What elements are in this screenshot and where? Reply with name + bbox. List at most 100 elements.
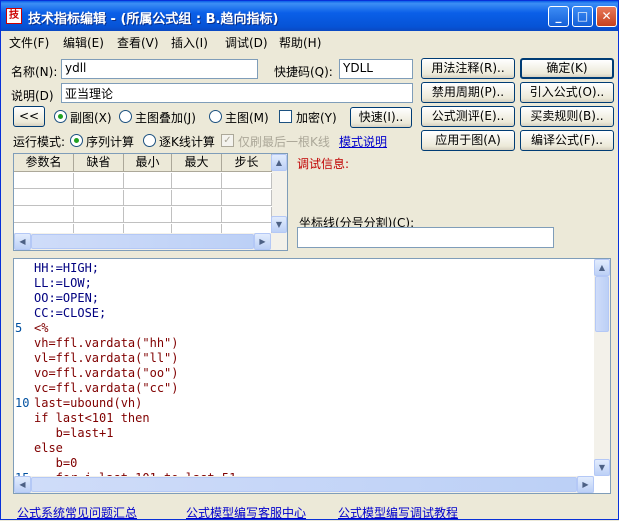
parameter-table-header: 参数名 缺省 最小 最大 步长 [14, 154, 272, 172]
code-text: vc=ffl.vardata("cc") [34, 381, 179, 395]
table-cell[interactable] [74, 207, 124, 223]
parameter-table[interactable]: 参数名 缺省 最小 最大 步长 ▲ ▼ ◀ ▶ [13, 153, 288, 251]
scroll-right-icon[interactable]: ▶ [577, 476, 594, 493]
encrypt-checkbox[interactable] [279, 110, 292, 123]
table-row[interactable] [14, 190, 272, 206]
chart-overlay-radio[interactable] [119, 110, 132, 123]
menu-edit[interactable]: 编辑(E) [63, 34, 104, 51]
table-scroll-thumb[interactable] [31, 234, 254, 249]
collapse-button[interactable]: << [13, 106, 45, 127]
column-header[interactable]: 最大 [172, 154, 222, 172]
column-header[interactable]: 最小 [124, 154, 172, 172]
table-cell[interactable] [14, 207, 74, 223]
encrypt-label: 加密(Y) [296, 111, 337, 125]
menu-insert[interactable]: 插入(I) [171, 34, 208, 51]
minimize-button[interactable]: _ [548, 6, 569, 27]
editor-hscroll-thumb[interactable] [31, 477, 577, 492]
footer-link-faq[interactable]: 公式系统常见问题汇总 [17, 504, 137, 521]
code-text: vh=ffl.vardata("hh") [34, 336, 179, 350]
code-line: vl=ffl.vardata("ll") [14, 351, 594, 366]
code-line: vo=ffl.vardata("oo") [14, 366, 594, 381]
table-horizontal-scrollbar[interactable]: ◀ ▶ [14, 233, 287, 250]
debug-info-label: 调试信息: [297, 157, 350, 171]
scroll-right-icon[interactable]: ▶ [254, 233, 271, 250]
scroll-left-icon[interactable]: ◀ [14, 233, 31, 250]
menu-bar: 文件(F) 编辑(E) 查看(V) 插入(I) 调试(D) 帮助(H) [1, 32, 618, 52]
code-text: <% [34, 321, 49, 335]
code-editor[interactable]: HH:=HIGH; LL:=LOW; OO:=OPEN; CC:=CLOSE; … [13, 258, 611, 494]
description-input[interactable]: 亚当理论 [61, 83, 413, 103]
code-line: b=last+1 [14, 426, 594, 441]
name-input[interactable]: ydll [61, 59, 258, 79]
window-title: 技术指标编辑 - (所属公式组 : B.趋向指标) [28, 12, 279, 27]
code-line: vh=ffl.vardata("hh") [14, 336, 594, 351]
code-text: last=ubound(vh) [34, 396, 143, 410]
table-cell[interactable] [74, 173, 124, 189]
app-icon: 技 [6, 8, 22, 24]
disable-period-button[interactable]: 禁用周期(P).. [421, 82, 515, 103]
table-row[interactable] [14, 173, 272, 189]
name-label: 名称(N): [11, 65, 58, 79]
chart-overlay-label: 主图叠加(J) [135, 111, 196, 125]
table-cell[interactable] [124, 173, 172, 189]
close-button[interactable]: ✕ [596, 6, 617, 27]
scroll-up-icon[interactable]: ▲ [271, 154, 287, 171]
footer-link-support[interactable]: 公式模型编写客服中心 [186, 504, 306, 521]
syntax-notes-button[interactable]: 用法注释(R).. [421, 58, 515, 79]
code-text: HH:=HIGH; [34, 261, 100, 275]
scroll-left-icon[interactable]: ◀ [14, 476, 31, 493]
import-formula-button[interactable]: 引入公式(O).. [520, 82, 614, 103]
table-cell[interactable] [74, 190, 124, 206]
scroll-down-icon[interactable]: ▼ [271, 216, 287, 233]
editor-scroll-thumb[interactable] [595, 276, 609, 332]
menu-help[interactable]: 帮助(H) [279, 34, 321, 51]
code-text: vo=ffl.vardata("oo") [34, 366, 179, 380]
table-cell[interactable] [222, 173, 272, 189]
shortcut-input[interactable]: YDLL [339, 59, 413, 79]
apply-to-chart-button[interactable]: 应用于图(A) [421, 130, 515, 151]
table-cell[interactable] [222, 190, 272, 206]
code-line: b=0 [14, 456, 594, 471]
chart-main-radio[interactable] [209, 110, 222, 123]
table-vertical-scrollbar[interactable]: ▲ ▼ [271, 154, 287, 233]
title-bar[interactable]: 技 技术指标编辑 - (所属公式组 : B.趋向指标) _ □ ✕ [1, 1, 618, 31]
coord-line-input[interactable] [297, 227, 554, 248]
mode-bar-radio[interactable] [143, 134, 156, 147]
menu-debug[interactable]: 调试(D) [225, 34, 268, 51]
menu-view[interactable]: 查看(V) [117, 34, 159, 51]
code-line: if last<101 then [14, 411, 594, 426]
table-row[interactable] [14, 207, 272, 223]
code-line: vc=ffl.vardata("cc") [14, 381, 594, 396]
column-header[interactable]: 步长 [222, 154, 272, 172]
table-cell[interactable] [124, 207, 172, 223]
footer-link-tutorial[interactable]: 公式模型编写调试教程 [338, 504, 458, 521]
trading-rules-button[interactable]: 买卖规则(B).. [520, 106, 614, 127]
compile-formula-button[interactable]: 编译公式(F).. [520, 130, 614, 151]
menu-file[interactable]: 文件(F) [9, 34, 49, 51]
editor-horizontal-scrollbar[interactable]: ◀ ▶ [14, 476, 594, 493]
code-text: OO:=OPEN; [34, 291, 100, 305]
maximize-button[interactable]: □ [572, 6, 593, 27]
run-mode-label: 运行模式: [13, 135, 66, 149]
table-cell[interactable] [222, 207, 272, 223]
table-cell[interactable] [172, 207, 222, 223]
ok-button[interactable]: 确定(K) [520, 58, 614, 79]
scroll-up-icon[interactable]: ▲ [594, 259, 610, 276]
column-header[interactable]: 缺省 [74, 154, 124, 172]
editor-vertical-scrollbar[interactable]: ▲ ▼ [594, 259, 610, 476]
mode-help-link[interactable]: 模式说明 [339, 133, 387, 150]
code-line: 10 last=ubound(vh) [14, 396, 594, 411]
mode-sequence-radio[interactable] [70, 134, 83, 147]
formula-test-button[interactable]: 公式测评(E).. [421, 106, 515, 127]
table-cell[interactable] [124, 190, 172, 206]
chart-sub-radio[interactable] [54, 110, 67, 123]
table-cell[interactable] [172, 173, 222, 189]
column-header[interactable]: 参数名 [14, 154, 74, 172]
code-line: LL:=LOW; [14, 276, 594, 291]
table-cell[interactable] [172, 190, 222, 206]
quick-button[interactable]: 快速(I).. [350, 107, 412, 128]
table-cell[interactable] [14, 173, 74, 189]
code-line: 5 <% [14, 321, 594, 336]
scroll-down-icon[interactable]: ▼ [594, 459, 610, 476]
table-cell[interactable] [14, 190, 74, 206]
